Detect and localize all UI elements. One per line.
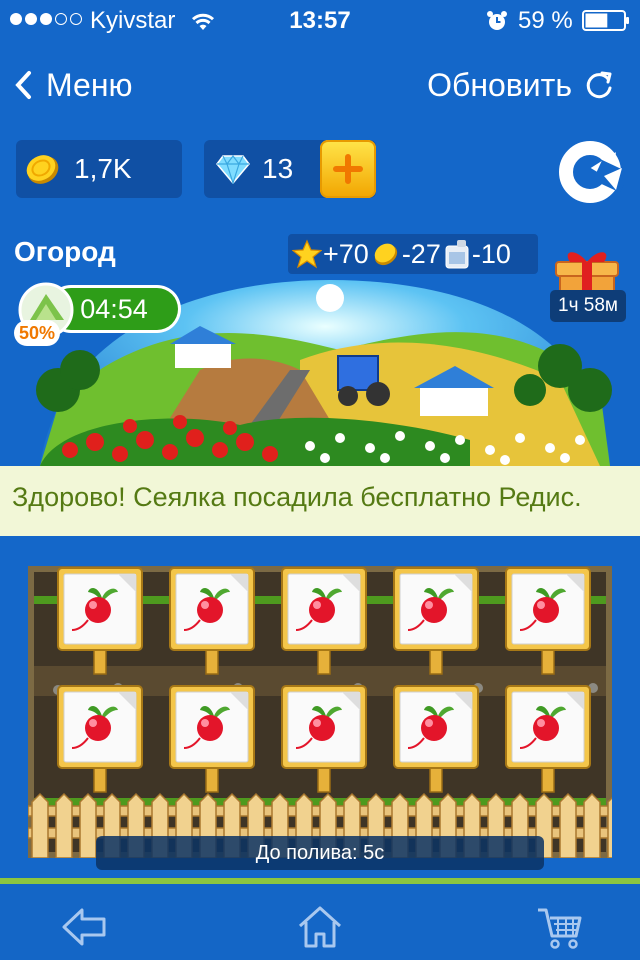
coin-cost: -27 [401, 238, 441, 269]
coins-value: 1,7K [74, 153, 132, 184]
cart-icon[interactable] [536, 904, 584, 950]
bottom-tab-bar [0, 878, 640, 960]
water-canister-icon [445, 240, 469, 269]
garden-plot[interactable] [28, 566, 612, 858]
fence-post [31, 792, 49, 858]
coin-icon [26, 155, 59, 184]
plus-icon [333, 154, 363, 184]
coins-counter: 1,7K [16, 140, 182, 198]
status-bar: Kyivstar 13:57 59 % [0, 0, 640, 40]
field-title: Огород [14, 236, 116, 267]
menu-back-button[interactable]: Меню [14, 62, 132, 108]
menu-label: Меню [46, 66, 133, 103]
watering-timer: До полива: 5с [96, 836, 544, 870]
chevron-left-icon [15, 71, 31, 99]
refresh-icon [586, 71, 612, 99]
refresh-label: Обновить [427, 66, 572, 103]
watering-label: До полива: [255, 841, 358, 864]
battery-icon [582, 10, 629, 31]
alarm-clock-icon [487, 11, 507, 30]
battery-percent: 59 % [518, 7, 573, 34]
coin-icon [374, 243, 397, 266]
gems-value: 13 [262, 153, 294, 184]
fence-post [559, 792, 577, 858]
fence-post [607, 796, 612, 858]
watering-value: 5с [363, 841, 385, 864]
star-icon [292, 239, 322, 269]
water-cost: -10 [471, 238, 511, 269]
refresh-button[interactable]: Обновить [427, 62, 614, 108]
xp-reward: +70 [323, 238, 369, 269]
back-arrow-icon[interactable] [60, 904, 108, 950]
rewards-bar: +70 -27 -10 [288, 234, 538, 274]
gems-counter: 13 [204, 140, 376, 198]
gift-timer: 1ч 58м [550, 290, 626, 322]
fence-post [583, 792, 601, 858]
growth-percent-badge: 50% [14, 320, 60, 346]
notification-message: Здорово! Сеялка посадила бесплатно Редис… [0, 466, 640, 536]
fence-post [55, 792, 73, 858]
sync-button[interactable] [556, 138, 624, 206]
diamond-icon [216, 155, 250, 184]
home-icon[interactable] [296, 904, 344, 950]
fence-post [79, 792, 97, 858]
buy-gems-button[interactable] [320, 140, 376, 198]
